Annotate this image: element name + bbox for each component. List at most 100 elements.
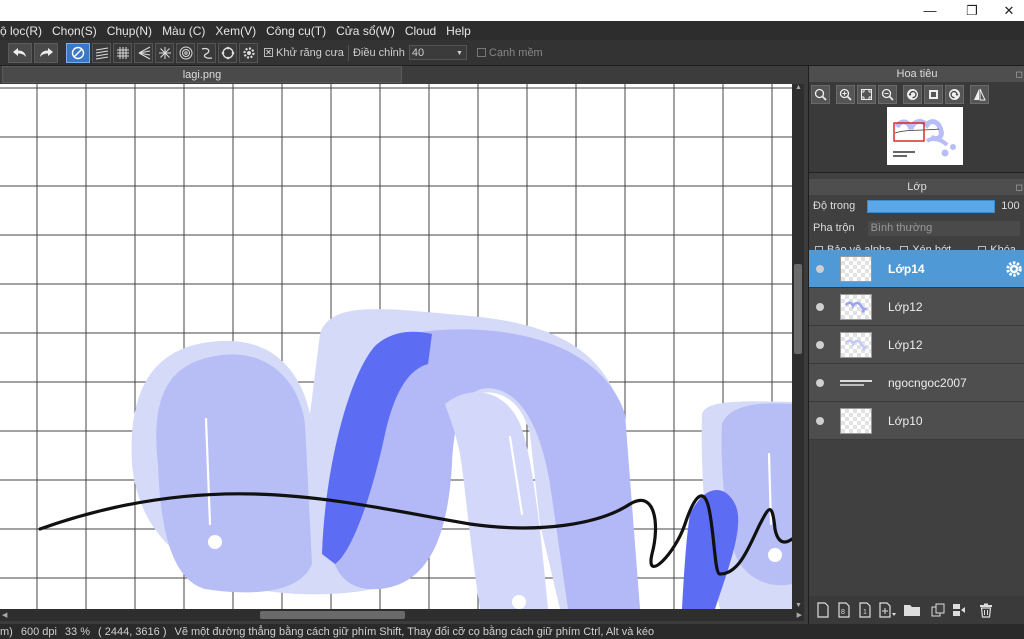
blend-row: Pha trộn Bình thường — [809, 217, 1024, 239]
rotate-right-button[interactable] — [945, 84, 964, 104]
navigator-thumbnail[interactable] — [887, 107, 963, 165]
navigator-thumbnail-art — [893, 119, 956, 157]
navigator-toolbar — [809, 82, 1024, 106]
new-1bit-layer-icon: 1 — [859, 602, 871, 618]
redo-button[interactable] — [34, 42, 58, 63]
snap-settings-icon — [242, 46, 255, 59]
soft-edge-checkbox[interactable] — [476, 48, 486, 57]
delete-layer-button[interactable] — [978, 601, 994, 619]
layer-name: Lớp14 — [888, 261, 925, 276]
menu-color[interactable]: Màu (C) — [157, 24, 210, 38]
visibility-toggle[interactable] — [816, 340, 824, 349]
duplicate-layer-button[interactable] — [930, 601, 946, 619]
blend-mode-select[interactable]: Bình thường — [867, 220, 1020, 236]
opacity-row: Độ trong 100 — [809, 195, 1024, 217]
navigator-preview[interactable] — [809, 106, 1024, 173]
highlight-dot — [768, 548, 782, 562]
curve-snap-button[interactable] — [197, 42, 216, 63]
visibility-toggle[interactable] — [816, 416, 824, 425]
opacity-label: Độ trong — [813, 200, 856, 212]
redo-icon — [40, 47, 53, 57]
merge-layer-button[interactable] — [951, 601, 967, 619]
fullscreen-button[interactable] — [924, 84, 943, 104]
snap-settings-button[interactable] — [239, 42, 258, 63]
canvas-artwork[interactable] — [0, 84, 792, 609]
scroll-right-icon[interactable]: ▶ — [797, 611, 802, 619]
layers-title: Lớp — [907, 181, 927, 193]
visibility-toggle[interactable] — [816, 264, 824, 273]
adjust-label: Điều chỉnh — [352, 46, 405, 59]
horizontal-scroll-thumb[interactable] — [260, 611, 405, 619]
layer-row[interactable]: Lớp12 — [809, 326, 1024, 364]
antialias-checkbox[interactable]: ✕ — [264, 48, 273, 57]
vertical-scroll-thumb[interactable] — [794, 264, 802, 354]
menu-filter[interactable]: ộ lọc(R) — [0, 24, 47, 38]
menu-view[interactable]: Xem(V) — [210, 24, 261, 38]
adjust-select[interactable]: 40 ▼ — [408, 45, 467, 60]
navigator-title: Hoa tiêu — [896, 68, 938, 80]
parallel-snap-button[interactable] — [92, 42, 111, 63]
rotate-left-icon — [907, 88, 918, 100]
layer-name: Lớp10 — [888, 413, 923, 428]
rotate-left-button[interactable] — [903, 84, 922, 104]
gear-icon[interactable] — [1005, 260, 1023, 278]
duplicate-icon — [931, 603, 945, 617]
tool-options-bar: ✕ Khử răng cưa Điều chỉnh 40 ▼ Cạnh mềm — [0, 40, 1024, 66]
layer-thumbnail-art — [845, 301, 868, 313]
scroll-up-icon[interactable]: ▲ — [795, 84, 802, 91]
perspective-snap-button[interactable] — [134, 42, 153, 63]
menu-select[interactable]: Chọn(S) — [47, 24, 102, 38]
new-8bit-layer-button[interactable]: 8 — [836, 601, 852, 619]
undo-button[interactable] — [8, 42, 32, 63]
menu-help[interactable]: Help — [441, 24, 476, 38]
concentric-snap-button[interactable] — [176, 42, 195, 63]
minimize-button[interactable]: — — [910, 0, 950, 21]
menu-cloud[interactable]: Cloud — [400, 24, 441, 38]
radial-snap-button[interactable] — [155, 42, 174, 63]
zoom-in-button[interactable] — [836, 84, 855, 104]
drawing-canvas[interactable] — [0, 84, 792, 609]
status-dpi: 600 dpi — [20, 625, 57, 638]
zoom-in-icon — [839, 88, 852, 101]
opacity-value: 100 — [1001, 200, 1020, 212]
no-snap-button[interactable] — [66, 42, 90, 63]
grid-snap-button[interactable] — [113, 42, 132, 63]
document-tab[interactable]: lagi.png — [2, 66, 402, 83]
menu-capture[interactable]: Chụp(N) — [102, 24, 157, 38]
scroll-down-icon[interactable]: ▼ — [795, 602, 802, 609]
fit-screen-button[interactable] — [857, 84, 876, 104]
menu-window[interactable]: Cửa sổ(W) — [331, 24, 400, 38]
layer-row[interactable]: Lớp14 — [809, 250, 1024, 288]
circle-snap-button[interactable] — [218, 42, 237, 63]
parallel-snap-icon — [95, 47, 108, 59]
flip-horizontal-button[interactable] — [970, 84, 989, 104]
perspective-snap-icon — [138, 46, 150, 59]
visibility-toggle[interactable] — [816, 302, 824, 311]
zoom-out-icon — [881, 88, 894, 101]
layer-name: Lớp12 — [888, 299, 923, 314]
vertical-scrollbar[interactable]: ▲ ▼ — [792, 84, 804, 609]
close-button[interactable]: ✕ — [994, 0, 1024, 21]
layer-thumbnail — [840, 331, 872, 358]
new-layer-button[interactable] — [815, 601, 831, 619]
panel-pin-icon[interactable]: ◻ — [1016, 66, 1023, 82]
layer-row[interactable]: ngocngoc2007 — [809, 364, 1024, 402]
new-1bit-layer-button[interactable]: 1 — [857, 601, 873, 619]
layer-row[interactable]: Lớp10 — [809, 402, 1024, 440]
zoom-out-button[interactable] — [878, 84, 897, 104]
maximize-button[interactable]: ❐ — [952, 0, 992, 21]
concentric-snap-icon — [179, 46, 192, 59]
opacity-slider[interactable] — [867, 199, 996, 213]
add-layer-menu-button[interactable] — [878, 601, 898, 619]
new-folder-button[interactable] — [903, 601, 921, 619]
panel-pin-icon[interactable]: ◻ — [1016, 179, 1023, 195]
scroll-left-icon[interactable]: ◀ — [2, 611, 7, 619]
visibility-toggle[interactable] — [816, 378, 824, 387]
layer-name: Lớp12 — [888, 337, 923, 352]
radial-snap-icon — [158, 46, 171, 59]
menu-tools[interactable]: Công cụ(T) — [261, 24, 331, 38]
zoom-actual-button[interactable] — [811, 84, 830, 104]
layer-row[interactable]: Lớp12 — [809, 288, 1024, 326]
horizontal-scrollbar[interactable]: ◀ ▶ — [0, 609, 804, 621]
layer-thumbnail — [840, 293, 872, 320]
